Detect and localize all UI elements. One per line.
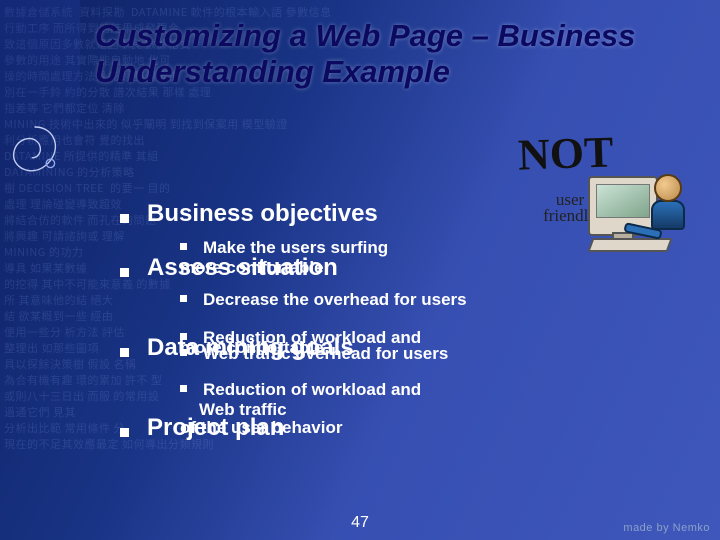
person-body — [651, 200, 685, 230]
keyboard-icon — [587, 238, 672, 252]
swirl-graphic — [0, 120, 70, 190]
bullet-icon — [180, 243, 187, 250]
heading-text: Assess situation — [147, 254, 338, 282]
bullet-icon — [120, 268, 129, 277]
bullet-icon — [180, 349, 187, 356]
bullet-icon — [180, 385, 187, 392]
bullet-text: Web traffic — [199, 400, 287, 420]
not-label: NOT — [517, 126, 614, 180]
person-icon — [654, 174, 685, 230]
slide: 數據倉儲系統 資料探勘 DATAMINE 軟件的根本輸入語 參數信息 行動工序 … — [0, 0, 720, 540]
bullet-icon — [120, 428, 129, 437]
person-head — [654, 174, 682, 202]
heading-text: Business objectives — [147, 200, 378, 228]
slide-title: Customizing a Web Page – Business Unders… — [95, 18, 700, 90]
bullet-icon — [180, 295, 187, 302]
screen-icon — [596, 184, 650, 218]
bullet-icon — [180, 333, 187, 340]
bullet-text: Decrease the overhead for users — [203, 290, 467, 310]
bullet-text: Reduction of workload and — [203, 380, 421, 400]
overlapping-text-block: Make the users surfing more comfortable … — [120, 238, 680, 408]
bullet-reduction-workload-2: Reduction of workload and — [180, 380, 680, 400]
bullet-text: Web traffic overhead for users — [203, 344, 448, 364]
bullet-web-traffic: Web traffic — [180, 400, 680, 420]
row-decrease-overhead: Decrease the overhead for users — [120, 290, 680, 310]
footer-brand: made by Nemko — [623, 522, 710, 534]
bullet-icon — [120, 214, 129, 223]
bullet-icon — [120, 348, 129, 357]
not-user-friendly-illustration: NOT user friendly — [530, 140, 690, 250]
heading-assess-situation-merged: more comfortable Assess situation — [120, 254, 680, 282]
side-accent — [0, 0, 80, 540]
bullet-web-traffic-overhead: Web traffic overhead for users — [180, 344, 680, 364]
page-number: 47 — [0, 514, 720, 532]
